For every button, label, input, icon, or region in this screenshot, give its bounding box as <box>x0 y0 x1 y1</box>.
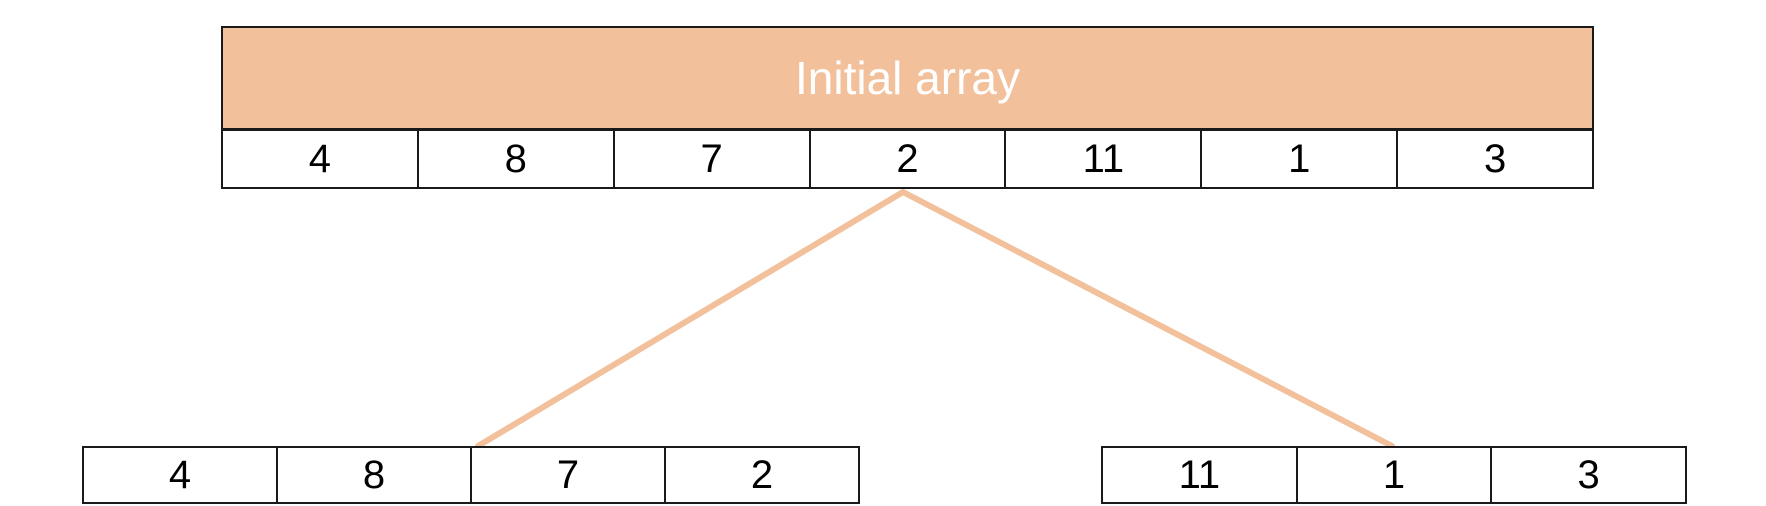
array-cell: 4 <box>308 136 332 181</box>
array-cell: 2 <box>808 131 1005 187</box>
initial-array-title: Initial array <box>221 26 1594 130</box>
array-cell: 8 <box>416 131 613 187</box>
array-cell: 8 <box>276 448 470 502</box>
array-cell: 1 <box>1200 131 1396 187</box>
right-subarray-row: 11 1 3 <box>1101 446 1687 504</box>
initial-array-row: 4 8 7 2 11 1 3 <box>221 129 1594 189</box>
left-subarray-row: 4 8 7 2 <box>82 446 860 504</box>
connector-to-right <box>900 189 1395 449</box>
split-diagram: Initial array 4 8 7 2 11 1 3 4 8 7 2 11 … <box>0 0 1766 506</box>
array-cell: 7 <box>612 131 809 187</box>
array-cell: 1 <box>1295 448 1491 502</box>
array-cell: 11 <box>1178 452 1221 497</box>
array-cell: 11 <box>1004 131 1200 187</box>
array-cell: 3 <box>1396 131 1592 187</box>
array-cell: 3 <box>1490 448 1685 502</box>
array-cell: 7 <box>470 448 664 502</box>
array-cell: 4 <box>168 452 192 497</box>
array-cell: 2 <box>664 448 858 502</box>
connector-to-left <box>475 189 906 449</box>
